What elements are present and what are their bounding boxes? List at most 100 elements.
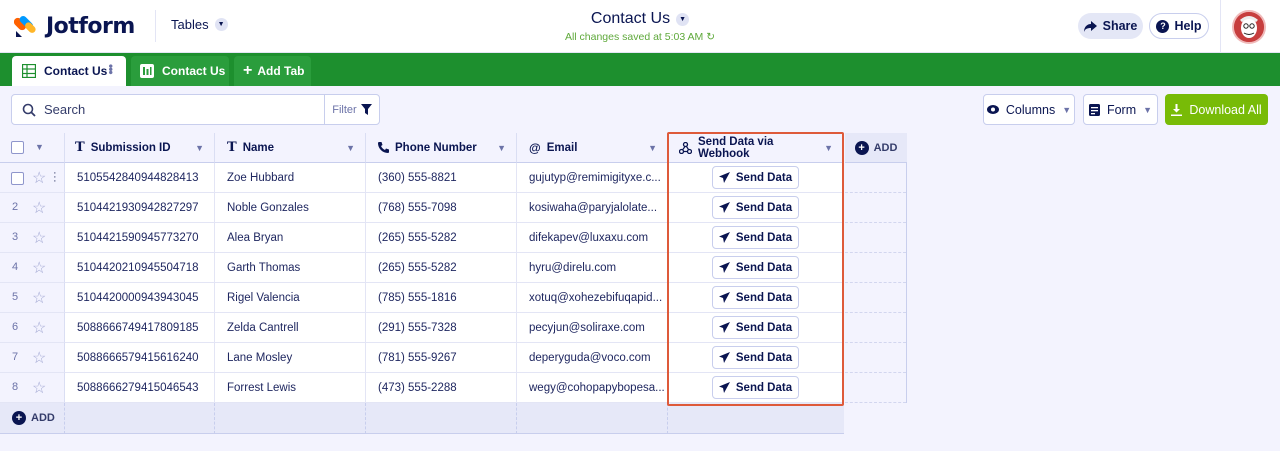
table-row[interactable]: 3 ☆ ··· 5104421590945773270 Alea Bryan (… bbox=[0, 223, 844, 253]
at-icon: @ bbox=[529, 140, 541, 155]
text-type-icon: T bbox=[227, 140, 237, 155]
page-title: Contact Us bbox=[590, 10, 671, 27]
cell-name[interactable]: Garth Thomas bbox=[215, 253, 366, 283]
cell-submission-id[interactable]: 5104421930942827297 bbox=[65, 193, 215, 223]
star-icon[interactable]: ☆ bbox=[32, 168, 46, 188]
cell-submission-id[interactable]: 5104420000943943045 bbox=[65, 283, 215, 313]
filter-button[interactable]: Filter bbox=[324, 95, 379, 124]
send-data-button[interactable]: Send Data bbox=[712, 166, 799, 189]
cell-email[interactable]: xotuq@xohezebifuqapid... bbox=[517, 283, 668, 313]
cell-email[interactable]: kosiwaha@paryjalolate... bbox=[517, 193, 668, 223]
star-icon[interactable]: ☆ bbox=[32, 198, 46, 218]
tab-contact-us-report[interactable]: Contact Us bbox=[131, 56, 229, 86]
cell-name[interactable]: Noble Gonzales bbox=[215, 193, 366, 223]
cell-phone-number[interactable]: (291) 555-7328 bbox=[366, 313, 517, 343]
cell-phone-number[interactable]: (768) 555-7098 bbox=[366, 193, 517, 223]
send-icon bbox=[718, 232, 730, 243]
cell-email[interactable]: difekapev@luxaxu.com bbox=[517, 223, 668, 253]
cell-email[interactable]: hyru@direlu.com bbox=[517, 253, 668, 283]
chevron-down-icon[interactable]: ▼ bbox=[497, 143, 506, 153]
row-number: 2 bbox=[12, 201, 19, 213]
save-status-text: All changes saved at 5:03 AM bbox=[564, 31, 704, 43]
cell-submission-id[interactable]: 5088666749417809185 bbox=[65, 313, 215, 343]
star-icon[interactable]: ☆ bbox=[32, 378, 46, 398]
cell-phone-number[interactable]: (781) 555-9267 bbox=[366, 343, 517, 373]
cell-submission-id[interactable]: 5088666279415046543 bbox=[65, 373, 215, 403]
download-all-button[interactable]: Download All bbox=[1165, 94, 1268, 125]
columns-button[interactable]: Columns ▼ bbox=[983, 94, 1075, 125]
page-title-button[interactable]: Contact Us ▼ bbox=[590, 10, 690, 28]
table-row[interactable]: 1 ☆ ··· 5105542840944828413 Zoe Hubbard … bbox=[0, 163, 844, 193]
table-row[interactable]: 8 ☆ ··· 5088666279415046543 Forrest Lewi… bbox=[0, 373, 844, 403]
table-row[interactable]: 4 ☆ ··· 5104420210945504718 Garth Thomas… bbox=[0, 253, 844, 283]
cell-email[interactable]: pecyjun@soliraxe.com bbox=[517, 313, 668, 343]
send-data-button[interactable]: Send Data bbox=[712, 196, 799, 219]
star-icon[interactable]: ☆ bbox=[32, 348, 46, 368]
send-data-button[interactable]: Send Data bbox=[712, 226, 799, 249]
send-data-button[interactable]: Send Data bbox=[712, 376, 799, 399]
send-data-button[interactable]: Send Data bbox=[712, 286, 799, 309]
row-index-cell: 6 ☆ ··· bbox=[0, 313, 65, 343]
cell-name[interactable]: Zoe Hubbard bbox=[215, 163, 366, 193]
chevron-down-icon[interactable]: ▼ bbox=[346, 143, 355, 153]
form-button[interactable]: Form ▼ bbox=[1083, 94, 1158, 125]
jotform-logo[interactable]: Jotform bbox=[14, 13, 135, 39]
column-header-email[interactable]: @ Email ▼ bbox=[517, 133, 668, 163]
help-button[interactable]: ? Help bbox=[1149, 13, 1209, 39]
cell-submission-id[interactable]: 5104420210945504718 bbox=[65, 253, 215, 283]
table-row[interactable]: 7 ☆ ··· 5088666579415616240 Lane Mosley … bbox=[0, 343, 844, 373]
cell-phone-number[interactable]: (265) 555-5282 bbox=[366, 253, 517, 283]
star-icon[interactable]: ☆ bbox=[32, 318, 46, 338]
cell-phone-number[interactable]: (473) 555-2288 bbox=[366, 373, 517, 403]
cell-submission-id[interactable]: 5104421590945773270 bbox=[65, 223, 215, 253]
share-button[interactable]: Share bbox=[1078, 13, 1143, 39]
cell-email[interactable]: deperyguda@voco.com bbox=[517, 343, 668, 373]
cell-name[interactable]: Zelda Cantrell bbox=[215, 313, 366, 343]
cell-phone-number[interactable]: (360) 555-8821 bbox=[366, 163, 517, 193]
filter-label: Filter bbox=[332, 103, 357, 116]
cell-name[interactable]: Forrest Lewis bbox=[215, 373, 366, 403]
star-icon[interactable]: ☆ bbox=[32, 228, 46, 248]
add-tab-button[interactable]: + Add Tab bbox=[234, 56, 311, 86]
cell-name[interactable]: Lane Mosley bbox=[215, 343, 366, 373]
cell-webhook: Send Data bbox=[668, 283, 844, 313]
table-row[interactable]: 2 ☆ ··· 5104421930942827297 Noble Gonzal… bbox=[0, 193, 844, 223]
cell-email[interactable]: wegy@cohopapybopesa... bbox=[517, 373, 668, 403]
star-icon[interactable]: ☆ bbox=[32, 288, 46, 308]
cell-phone-number[interactable]: (785) 555-1816 bbox=[366, 283, 517, 313]
search-input[interactable]: Search bbox=[44, 102, 324, 117]
column-header-phone-number[interactable]: Phone Number ▼ bbox=[366, 133, 517, 163]
add-row-button[interactable]: + ADD bbox=[12, 411, 55, 425]
send-data-button[interactable]: Send Data bbox=[712, 316, 799, 339]
cell-phone-number[interactable]: (265) 555-5282 bbox=[366, 223, 517, 253]
chevron-down-icon[interactable]: ▼ bbox=[648, 143, 657, 153]
column-header-webhook[interactable]: Send Data via Webhook ▼ bbox=[668, 133, 844, 163]
avatar[interactable] bbox=[1232, 10, 1266, 44]
cell-name[interactable]: Rigel Valencia bbox=[215, 283, 366, 313]
tab-more-icon[interactable]: ••• bbox=[104, 64, 118, 74]
table-row[interactable]: 6 ☆ ··· 5088666749417809185 Zelda Cantre… bbox=[0, 313, 844, 343]
tables-menu-button[interactable]: Tables ▼ bbox=[171, 17, 228, 32]
column-header-submission-id[interactable]: T Submission ID ▼ bbox=[65, 133, 215, 163]
row-index-cell: 1 ☆ ··· bbox=[0, 163, 65, 193]
send-data-button[interactable]: Send Data bbox=[712, 346, 799, 369]
add-column-button[interactable]: + ADD bbox=[845, 133, 907, 163]
send-data-label: Send Data bbox=[735, 261, 793, 274]
cell-email[interactable]: gujutyp@remimigityxe.c... bbox=[517, 163, 668, 193]
cell-submission-id[interactable]: 5088666579415616240 bbox=[65, 343, 215, 373]
row-checkbox[interactable] bbox=[11, 172, 24, 185]
table-row[interactable]: 5 ☆ ··· 5104420000943943045 Rigel Valenc… bbox=[0, 283, 844, 313]
chevron-down-icon[interactable]: ▼ bbox=[195, 143, 204, 153]
star-icon[interactable]: ☆ bbox=[32, 258, 46, 278]
chevron-down-icon[interactable]: ▼ bbox=[35, 142, 44, 152]
send-data-button[interactable]: Send Data bbox=[712, 256, 799, 279]
row-number: 7 bbox=[12, 351, 19, 363]
tab-contact-us-table[interactable]: Contact Us ••• bbox=[12, 56, 126, 86]
row-more-icon[interactable]: · · · bbox=[53, 168, 57, 187]
select-all-checkbox[interactable] bbox=[11, 141, 24, 154]
cell-name[interactable]: Alea Bryan bbox=[215, 223, 366, 253]
column-header-name[interactable]: T Name ▼ bbox=[215, 133, 366, 163]
row-index-cell: 7 ☆ ··· bbox=[0, 343, 65, 373]
chevron-down-icon[interactable]: ▼ bbox=[824, 143, 833, 153]
cell-submission-id[interactable]: 5105542840944828413 bbox=[65, 163, 215, 193]
